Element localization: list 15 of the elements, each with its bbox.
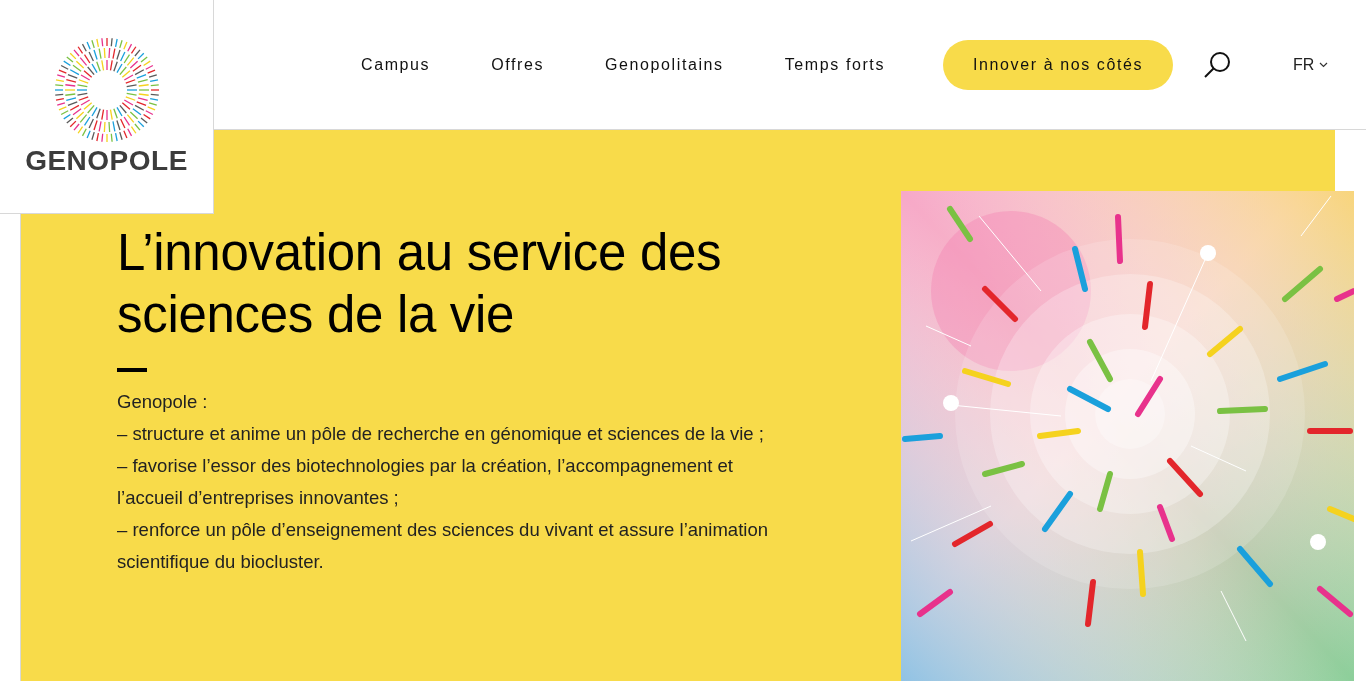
cta-button[interactable]: Innover à nos côtés (943, 39, 1174, 90)
description-line: Genopole : (117, 390, 209, 414)
nav-link[interactable]: Campus (361, 55, 431, 74)
logo-card[interactable]: GENOPOLE (0, 0, 214, 214)
hero-title: L’innovation au service des sciences de la vie (117, 223, 723, 345)
logo-text: GENOPOLE (25, 145, 188, 177)
nav-link[interactable]: Genopolitains (605, 55, 724, 74)
description-line: – structure et anime un pôle de recherche en génomique et sciences de la vie ; (117, 422, 765, 446)
logo-icon (54, 38, 159, 142)
nav-link[interactable]: Temps forts (784, 55, 885, 74)
description-line: – favorise l’essor des biotechnologies par la création, l’accompagnement et l’accueil d’entreprises innovantes ; (117, 454, 734, 510)
nav-link[interactable]: Offres (491, 55, 545, 74)
description-line: – renforce un pôle d’enseignement des sciences du vivant et assure l’animation scientifique du biocluster. (117, 518, 769, 574)
chevron-icon (1319, 61, 1329, 68)
language-selector[interactable]: FR (1293, 55, 1329, 74)
